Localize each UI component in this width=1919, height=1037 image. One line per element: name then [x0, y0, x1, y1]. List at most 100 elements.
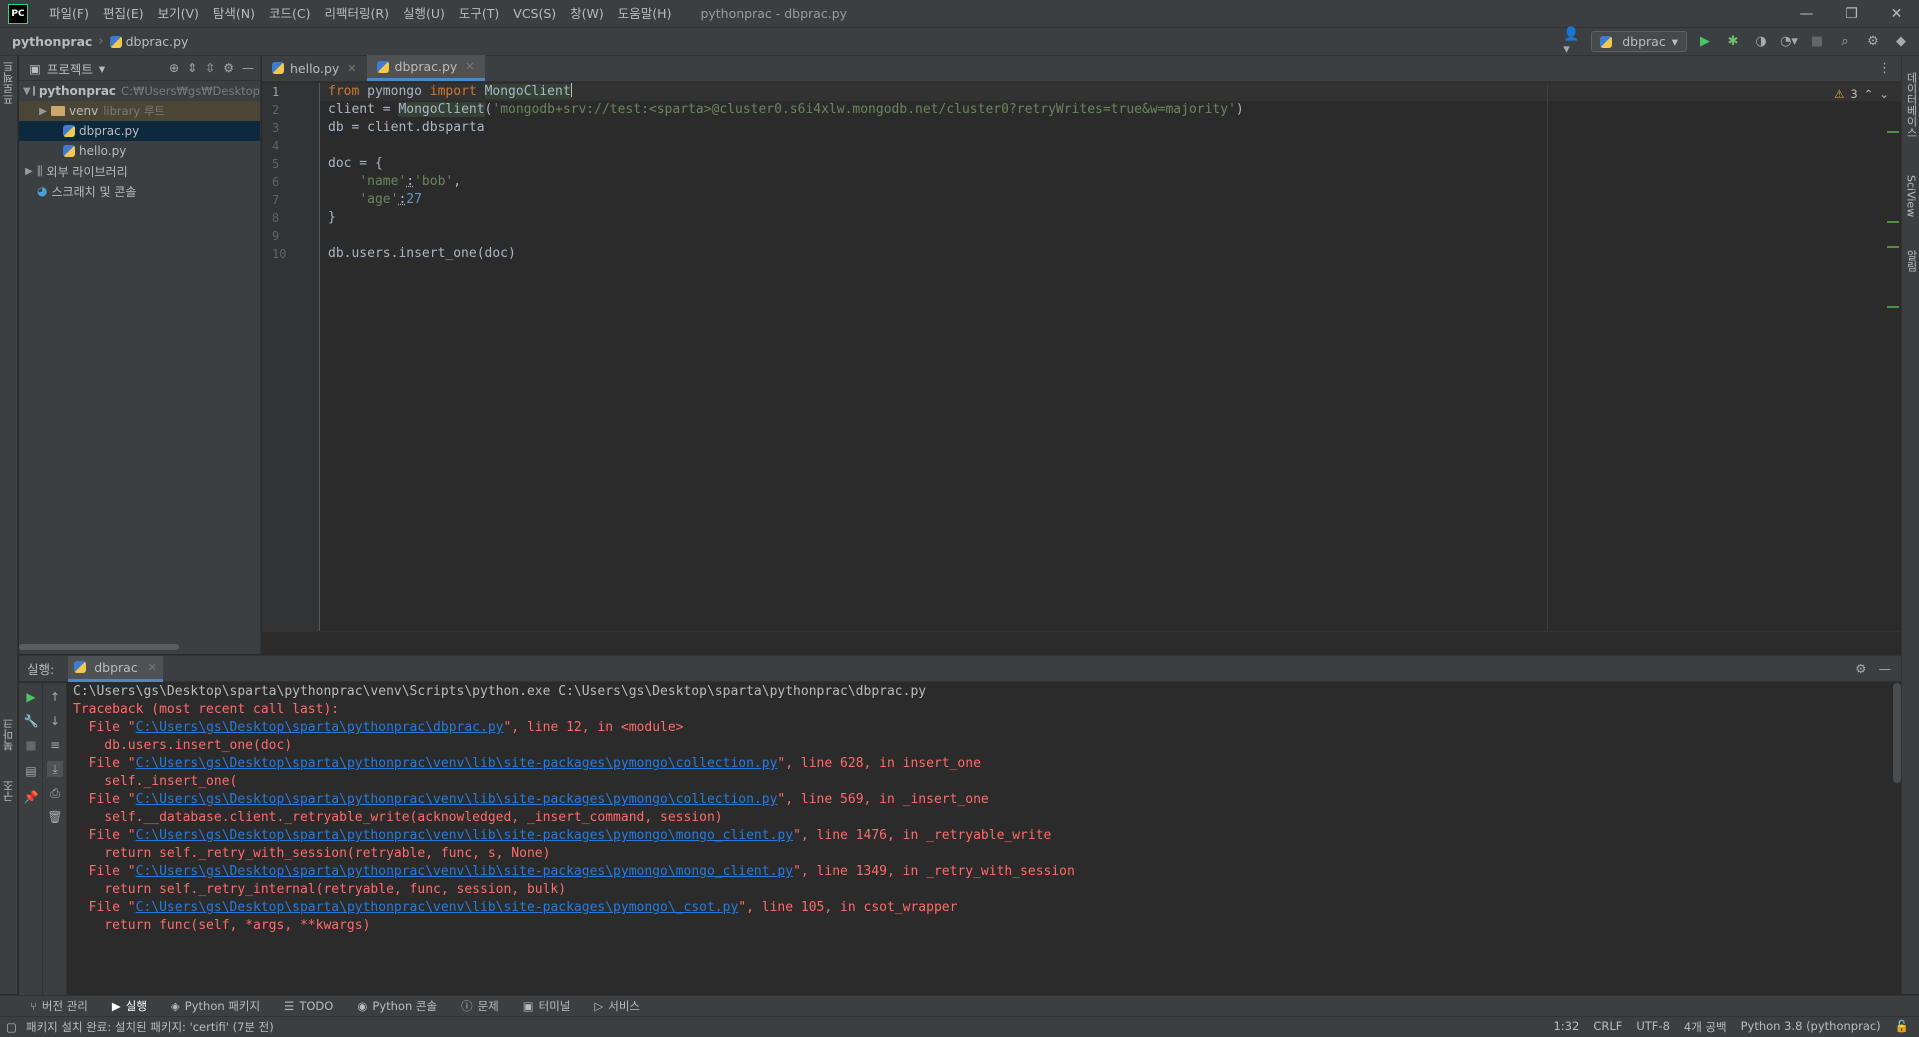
chevron-right-icon[interactable]: ▶	[23, 166, 35, 177]
gear-icon[interactable]: ⚙	[223, 61, 234, 75]
hide-icon[interactable]: —	[1879, 661, 1892, 676]
layout-icon[interactable]: ▢	[6, 1020, 17, 1034]
profile-icon[interactable]: ◔▾	[1779, 32, 1799, 52]
project-tool-tab[interactable]: 프로젝트	[0, 58, 18, 108]
structure-tool-tab[interactable]: 구조	[0, 771, 18, 811]
layout-icon[interactable]: ▤	[23, 763, 39, 779]
sciview-tool-tab[interactable]: SciView	[1902, 166, 1919, 226]
scroll-marker[interactable]	[1887, 131, 1899, 133]
tree-item-hello[interactable]: hello.py	[19, 141, 260, 161]
tab-hello-py[interactable]: hello.py ✕	[262, 55, 367, 81]
file-link[interactable]: C:\Users\gs\Desktop\sparta\pythonprac\ve…	[136, 792, 778, 807]
user-icon[interactable]: 👤▾	[1563, 27, 1583, 57]
lock-icon[interactable]: 🔓	[1895, 1019, 1909, 1035]
project-panel-title[interactable]: 프로젝트	[47, 59, 93, 78]
menu-navigate[interactable]: 탐색(N)	[206, 0, 262, 27]
file-link[interactable]: C:\Users\gs\Desktop\sparta\pythonprac\ve…	[136, 864, 793, 879]
indent-setting[interactable]: 4개 공백	[1684, 1019, 1727, 1035]
stop-icon[interactable]: ■	[1807, 32, 1827, 52]
code-area[interactable]: from pymongo import MongoClient client =…	[325, 83, 1825, 631]
chevron-down-icon[interactable]: ⌄	[1879, 87, 1889, 101]
inspection-widget[interactable]: ⚠ 3 ⌃ ⌄	[1834, 87, 1889, 101]
tool-todo[interactable]: ☰ TODO	[284, 999, 333, 1013]
file-link[interactable]: C:\Users\gs\Desktop\sparta\pythonprac\ve…	[136, 756, 778, 771]
menu-view[interactable]: 보기(V)	[151, 0, 206, 27]
notifications-tool-tab[interactable]: 알림	[1902, 241, 1919, 281]
tool-python-console[interactable]: ◉ Python 콘솔	[357, 998, 437, 1014]
trash-icon[interactable]: 🗑	[47, 809, 63, 825]
chevron-right-icon[interactable]: ▶	[37, 106, 49, 117]
tool-services[interactable]: ▷ 서비스	[594, 998, 640, 1014]
rerun-icon[interactable]: ▶	[23, 689, 39, 705]
tree-item-pythonprac[interactable]: ▼ pythonprac C:₩Users₩gs₩Desktop	[19, 81, 260, 101]
stop-icon[interactable]: ■	[23, 737, 39, 753]
arrow-up-icon[interactable]: ↑	[47, 689, 63, 705]
restore-button[interactable]: ❐	[1829, 0, 1874, 27]
tool-terminal[interactable]: ▣ 터미널	[523, 998, 571, 1014]
menu-tools[interactable]: 도구(T)	[452, 0, 506, 27]
print-icon[interactable]: ⎙	[47, 785, 63, 801]
gear-icon[interactable]: ⚙	[1855, 661, 1866, 676]
run-tab-dbprac[interactable]: dbprac ✕	[68, 655, 163, 682]
hide-icon[interactable]: —	[242, 61, 254, 75]
tool-python-packages[interactable]: ◈ Python 패키지	[171, 998, 260, 1014]
close-window-button[interactable]: ✕	[1874, 0, 1919, 27]
horizontal-scrollbar[interactable]	[19, 644, 179, 650]
chevron-down-icon[interactable]: ▼	[23, 86, 31, 97]
chevron-down-icon[interactable]: ▾	[99, 61, 105, 76]
bookmarks-tool-tab[interactable]: 북마크	[0, 711, 18, 759]
status-message[interactable]: 패키지 설치 완료: 설치된 패키지: 'certifi' (7분 전)	[26, 1019, 274, 1035]
line-ending[interactable]: CRLF	[1593, 1019, 1622, 1035]
run-icon[interactable]: ▶	[1695, 32, 1715, 52]
breadcrumb-project[interactable]: pythonprac	[12, 34, 92, 49]
jetbrains-icon[interactable]: ◆	[1891, 32, 1911, 52]
menu-run[interactable]: 실행(U)	[396, 0, 452, 27]
menu-vcs[interactable]: VCS(S)	[506, 0, 563, 27]
database-tool-tab[interactable]: 데이터베이스	[1902, 60, 1919, 150]
scroll-marker[interactable]	[1887, 221, 1899, 223]
scroll-marker[interactable]	[1887, 246, 1899, 248]
coverage-icon[interactable]: ◑	[1751, 32, 1771, 52]
locate-icon[interactable]: ⊕	[169, 61, 179, 75]
chevron-up-icon[interactable]: ⌃	[1864, 87, 1874, 101]
caret-position[interactable]: 1:32	[1553, 1019, 1579, 1035]
more-icon[interactable]: ⋮	[1878, 61, 1891, 76]
menu-code[interactable]: 코드(C)	[262, 0, 317, 27]
search-icon[interactable]: ⌕	[1835, 32, 1855, 52]
tree-item-venv[interactable]: ▶ venv library 루트	[19, 101, 260, 121]
wrench-icon[interactable]: 🔧	[23, 713, 39, 729]
menu-edit[interactable]: 편집(E)	[96, 0, 151, 27]
close-icon[interactable]: ✕	[465, 60, 474, 73]
scroll-to-end-icon[interactable]: ⤓	[47, 761, 63, 777]
debug-icon[interactable]: ✱	[1723, 32, 1743, 52]
pin-icon[interactable]: 📌	[23, 789, 39, 805]
console-output[interactable]: C:\Users\gs\Desktop\sparta\pythonprac\ve…	[73, 683, 1883, 996]
expand-all-icon[interactable]: ⇕	[187, 61, 197, 75]
tool-run[interactable]: ▶ 실행	[112, 998, 147, 1014]
tool-problems[interactable]: ⓘ 문제	[461, 998, 499, 1014]
menu-help[interactable]: 도움말(H)	[611, 0, 679, 27]
tab-dbprac-py[interactable]: dbprac.py ✕	[366, 55, 485, 81]
menu-file[interactable]: 파일(F)	[42, 0, 96, 27]
file-link[interactable]: C:\Users\gs\Desktop\sparta\pythonprac\db…	[136, 720, 504, 735]
gear-icon[interactable]: ⚙	[1863, 32, 1883, 52]
tree-item-external-libraries[interactable]: ▶ ⫼ 외부 라이브러리	[19, 161, 260, 181]
file-link[interactable]: C:\Users\gs\Desktop\sparta\pythonprac\ve…	[136, 828, 793, 843]
run-config-selector[interactable]: dbprac ▾	[1591, 31, 1687, 52]
file-link[interactable]: C:\Users\gs\Desktop\sparta\pythonprac\ve…	[136, 900, 739, 915]
menu-refactor[interactable]: 리팩터링(R)	[318, 0, 396, 27]
minimize-button[interactable]: —	[1784, 0, 1829, 27]
interpreter-selector[interactable]: Python 3.8 (pythonprac)	[1741, 1019, 1881, 1035]
tool-version-control[interactable]: ⑂ 버전 관리	[30, 998, 88, 1014]
arrow-down-icon[interactable]: ↓	[47, 713, 63, 729]
collapse-all-icon[interactable]: ⇳	[205, 61, 215, 75]
menu-window[interactable]: 창(W)	[563, 0, 611, 27]
breadcrumb-file[interactable]: dbprac.py	[109, 34, 188, 49]
file-encoding[interactable]: UTF-8	[1636, 1019, 1670, 1035]
console-scrollbar[interactable]	[1893, 683, 1901, 783]
tree-item-dbprac[interactable]: dbprac.py	[19, 121, 260, 141]
soft-wrap-icon[interactable]: ≡	[47, 737, 63, 753]
tree-item-scratches[interactable]: ◕ 스크래치 및 콘솔	[19, 181, 260, 201]
scroll-marker[interactable]	[1887, 306, 1899, 308]
close-icon[interactable]: ✕	[148, 661, 157, 674]
